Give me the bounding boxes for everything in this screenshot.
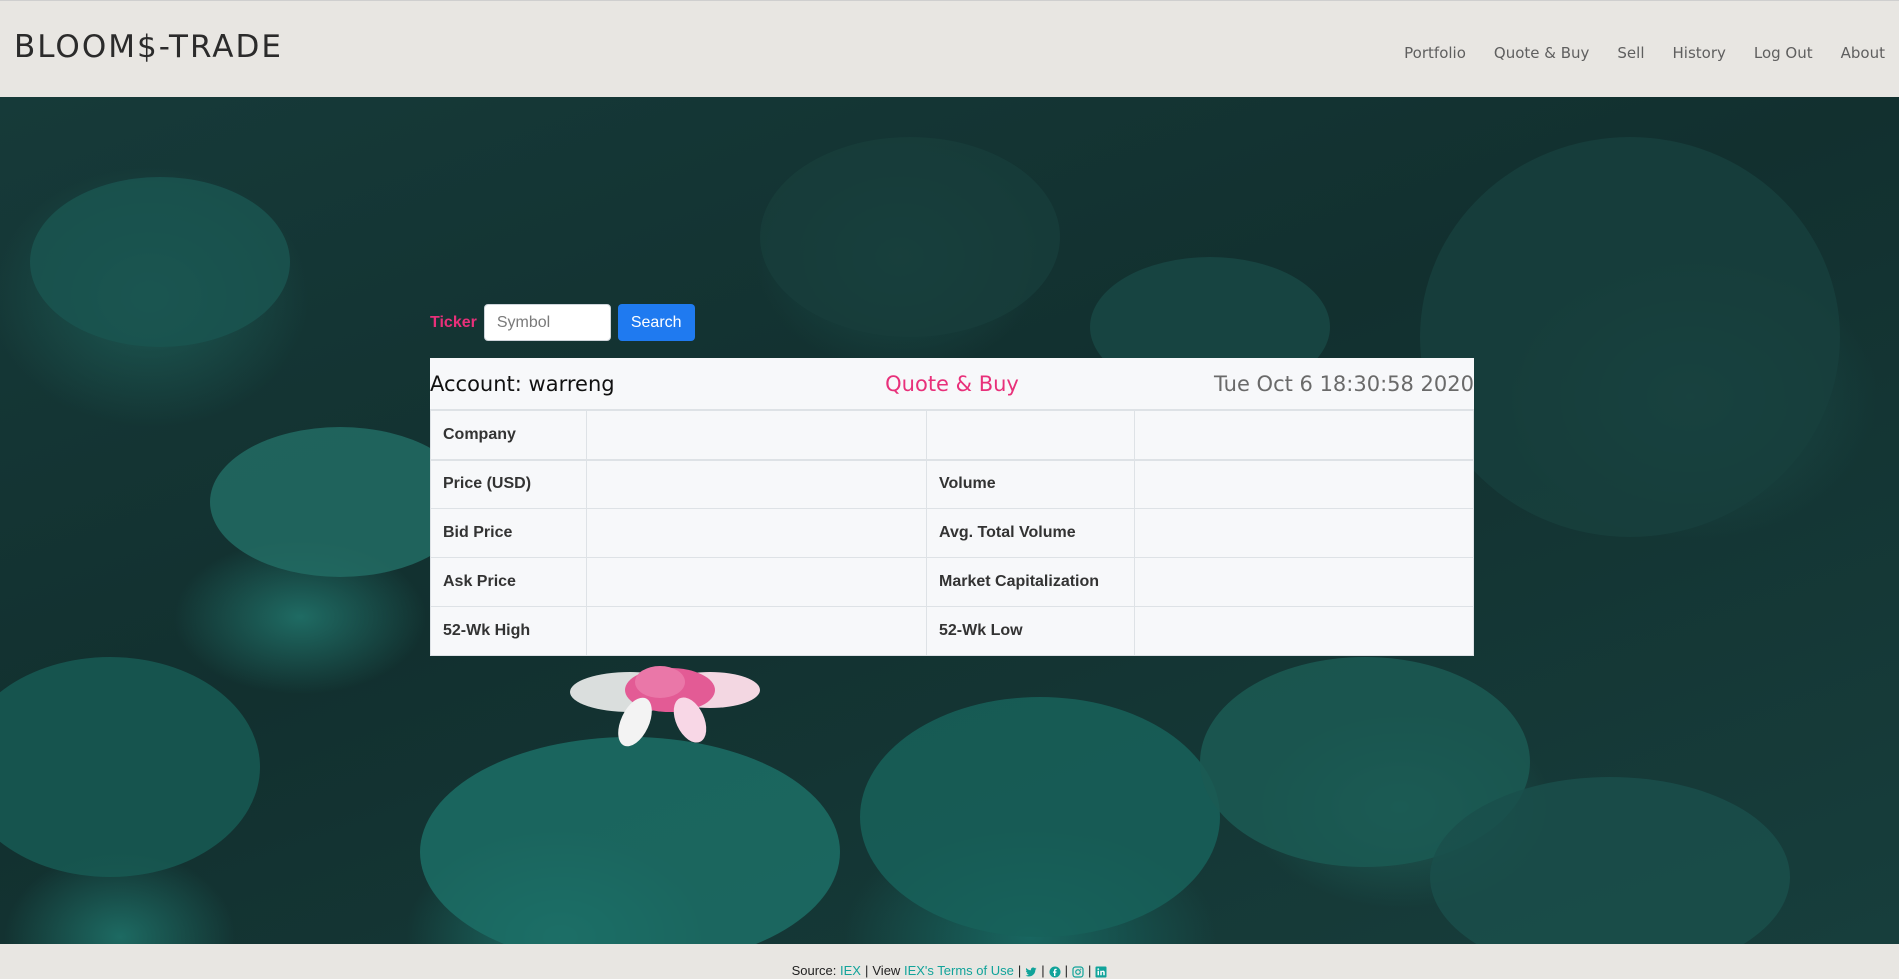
- table-row: 52-Wk High 52-Wk Low: [430, 606, 1474, 656]
- panel-header: Account: warreng Quote & Buy Tue Oct 6 1…: [430, 358, 1474, 410]
- facebook-icon[interactable]: [1049, 963, 1061, 978]
- nav-history[interactable]: History: [1673, 44, 1726, 62]
- separator: |: [1088, 963, 1092, 978]
- label-empty: [926, 410, 1135, 461]
- datetime: Tue Oct 6 18:30:58 2020: [1214, 371, 1474, 396]
- lily-pad: [860, 697, 1220, 937]
- lily-pad: [760, 137, 1060, 337]
- lotus-flower-icon: [570, 666, 760, 747]
- value-volume: [1134, 459, 1474, 509]
- value-company: [586, 410, 927, 461]
- view-prefix: View: [872, 963, 901, 978]
- label-bid-price: Bid Price: [430, 508, 587, 558]
- table-row: Price (USD) Volume: [430, 459, 1474, 509]
- label-company: Company: [430, 410, 587, 461]
- value-ask-price: [586, 557, 927, 607]
- table-row: Company: [430, 410, 1474, 461]
- linkedin-icon[interactable]: [1095, 963, 1107, 978]
- search-button[interactable]: Search: [617, 304, 695, 341]
- iex-terms-link[interactable]: IEX's Terms of Use: [904, 963, 1014, 978]
- separator: |: [864, 963, 869, 978]
- table-row: Ask Price Market Capitalization: [430, 557, 1474, 607]
- nav-sell[interactable]: Sell: [1617, 44, 1644, 62]
- table-row: Bid Price Avg. Total Volume: [430, 508, 1474, 558]
- nav-logout[interactable]: Log Out: [1754, 44, 1813, 62]
- value-52wk-high: [586, 606, 927, 656]
- separator: |: [1064, 963, 1069, 978]
- separator: |: [1041, 963, 1045, 978]
- label-avg-volume: Avg. Total Volume: [926, 508, 1135, 558]
- label-price: Price (USD): [430, 459, 587, 509]
- iex-link[interactable]: IEX: [840, 963, 861, 978]
- brand-logo[interactable]: BLOOM$-TRADE: [14, 29, 283, 65]
- nav-about[interactable]: About: [1841, 44, 1885, 62]
- label-ask-price: Ask Price: [430, 557, 587, 607]
- instagram-icon[interactable]: [1072, 963, 1084, 978]
- label-52wk-high: 52-Wk High: [430, 606, 587, 656]
- ticker-label: Ticker: [430, 313, 477, 331]
- lily-pad: [30, 177, 290, 347]
- nav-quote-buy[interactable]: Quote & Buy: [1494, 44, 1590, 62]
- value-market-cap: [1134, 557, 1474, 607]
- separator: |: [1017, 963, 1022, 978]
- top-navbar: BLOOM$-TRADE Portfolio Quote & Buy Sell …: [0, 0, 1899, 97]
- account-name: Account: warreng: [430, 371, 615, 396]
- lily-pad: [1420, 137, 1840, 537]
- quote-panel: Account: warreng Quote & Buy Tue Oct 6 1…: [430, 358, 1474, 656]
- lily-pad: [420, 737, 840, 944]
- value-avg-volume: [1134, 508, 1474, 558]
- quote-table: Company Price (USD) Volume Bid Price Avg…: [430, 410, 1474, 656]
- lily-pad: [0, 657, 260, 877]
- twitter-icon[interactable]: [1025, 963, 1037, 978]
- source-prefix: Source:: [791, 963, 837, 978]
- panel-title: Quote & Buy: [885, 371, 1019, 396]
- value-52wk-low: [1134, 606, 1474, 656]
- nav-portfolio[interactable]: Portfolio: [1404, 44, 1466, 62]
- nav-links: Portfolio Quote & Buy Sell History Log O…: [1404, 44, 1885, 62]
- label-market-cap: Market Capitalization: [926, 557, 1135, 607]
- value-bid-price: [586, 508, 927, 558]
- ticker-input[interactable]: [483, 304, 611, 341]
- value-price: [586, 459, 927, 509]
- footer: Source: IEX | View IEX's Terms of Use | …: [0, 944, 1899, 979]
- label-volume: Volume: [926, 459, 1135, 509]
- value-empty: [1134, 410, 1474, 461]
- ticker-search-form: Ticker Search: [430, 304, 695, 341]
- label-52wk-low: 52-Wk Low: [926, 606, 1135, 656]
